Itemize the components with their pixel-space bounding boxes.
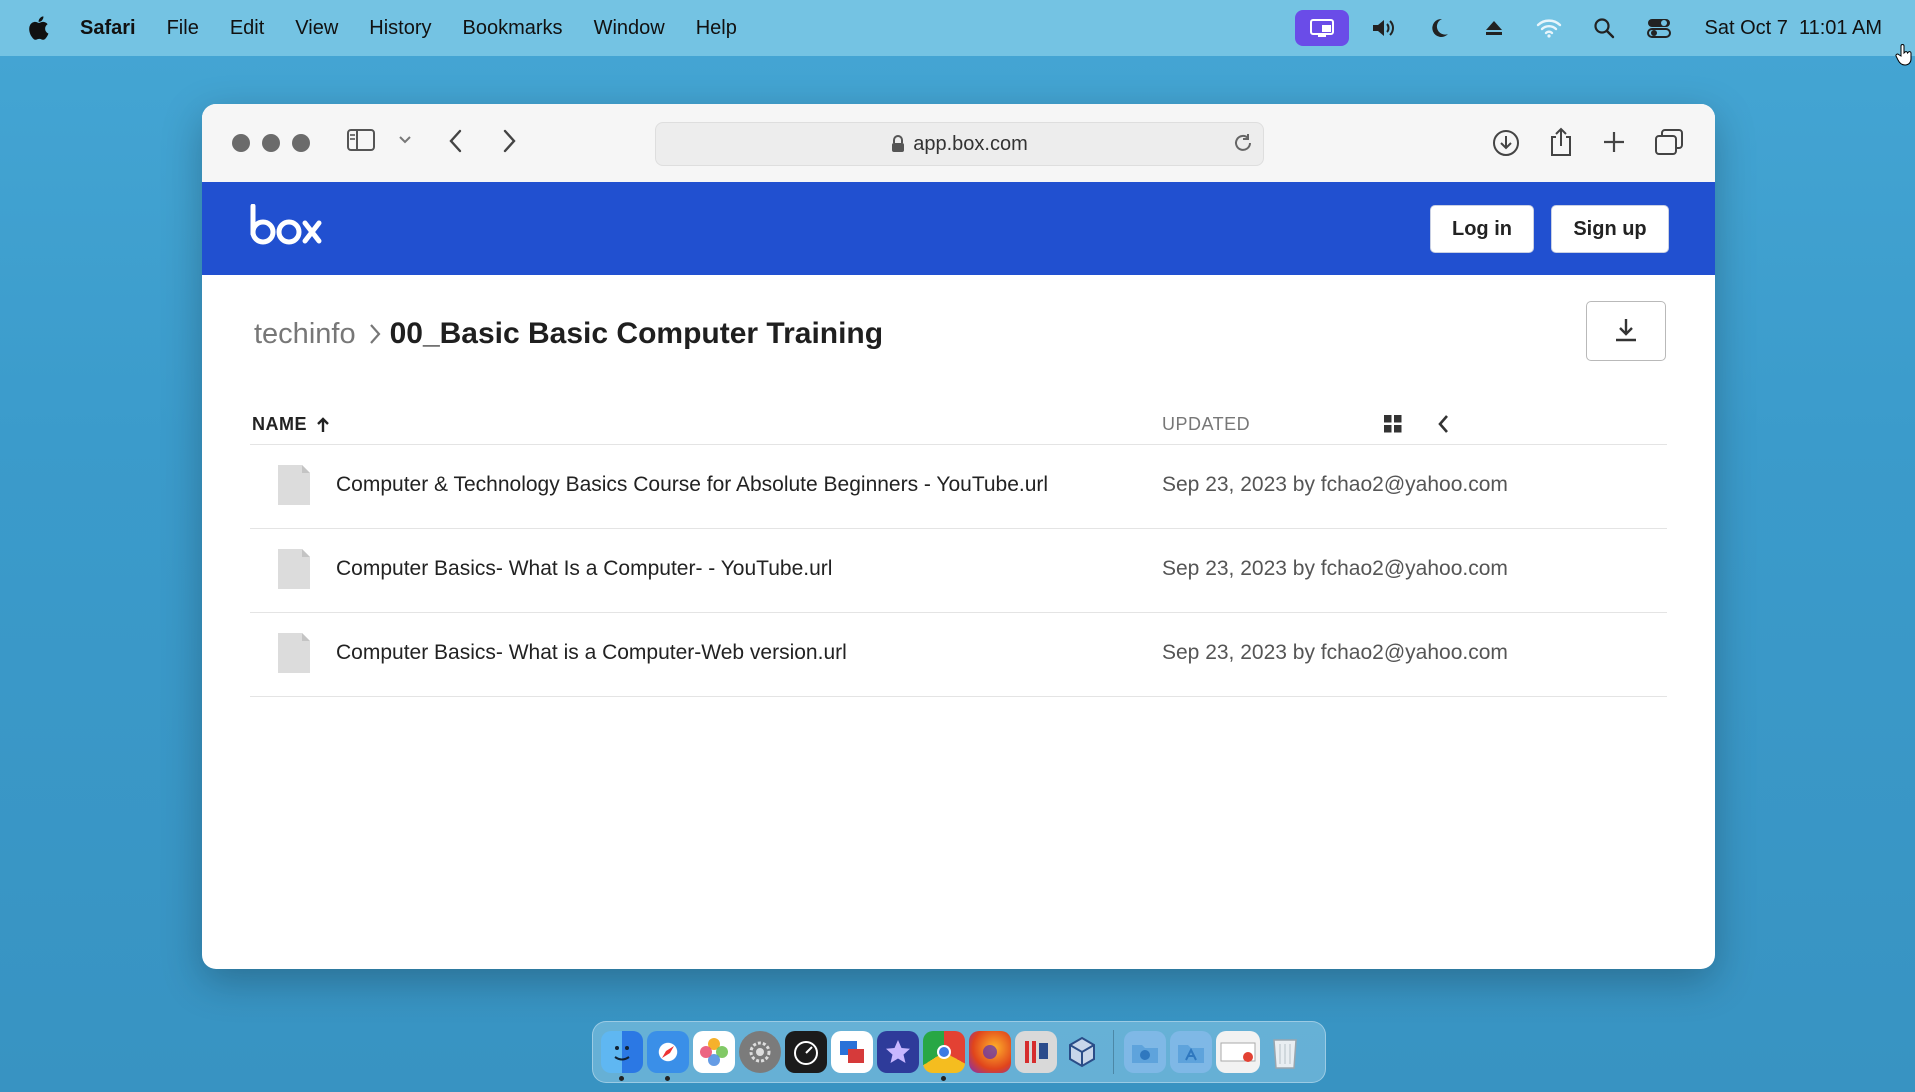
downloads-folder-icon[interactable] [1124, 1031, 1166, 1073]
dock [592, 1021, 1326, 1083]
reload-icon[interactable] [1231, 131, 1255, 155]
firefox-icon[interactable] [969, 1031, 1011, 1073]
running-indicator [665, 1076, 670, 1081]
file-name-link[interactable]: Computer Basics- What is a Computer-Web … [336, 641, 847, 665]
photos-icon[interactable] [693, 1031, 735, 1073]
box-logo[interactable] [249, 204, 323, 248]
applications-folder-icon[interactable] [1170, 1031, 1212, 1073]
menu-bookmarks[interactable]: Bookmarks [463, 17, 563, 40]
chevron-down-icon[interactable] [398, 134, 412, 146]
file-updated: Sep 23, 2023 by fchao2@yahoo.com [1162, 557, 1508, 580]
imovie-icon[interactable] [877, 1031, 919, 1073]
download-folder-button[interactable] [1586, 301, 1666, 361]
page-title: 00_Basic Basic Computer Training [389, 317, 884, 350]
finder-icon[interactable] [601, 1031, 643, 1081]
address-text: app.box.com [913, 132, 1028, 155]
moon-icon[interactable] [1419, 8, 1459, 48]
menu-file[interactable]: File [167, 17, 199, 40]
running-indicator [941, 1076, 946, 1081]
zoom-window-button[interactable] [292, 134, 310, 152]
safari-icon[interactable] [647, 1031, 689, 1081]
activity-monitor-icon[interactable] [785, 1031, 827, 1073]
box-header: Log in Sign up [202, 182, 1715, 275]
menu-bar: Safari File Edit View History Bookmarks … [0, 0, 1915, 56]
eject-icon[interactable] [1474, 8, 1514, 48]
menu-help[interactable]: Help [696, 17, 737, 40]
volume-icon[interactable] [1364, 8, 1404, 48]
file-icon [278, 633, 310, 673]
new-tab-icon[interactable] [1602, 130, 1626, 154]
table-row[interactable]: Computer & Technology Basics Course for … [250, 445, 1667, 529]
back-icon[interactable] [446, 128, 466, 154]
download-icon [1616, 319, 1636, 342]
virtualbox-icon[interactable] [1061, 1031, 1103, 1073]
running-indicator [619, 1076, 624, 1081]
browser-toolbar: app.box.com [202, 104, 1715, 183]
dock-divider [1113, 1030, 1114, 1074]
menu-edit[interactable]: Edit [230, 17, 264, 40]
breadcrumb: techinfo 00_Basic Basic Computer Trainin… [254, 312, 883, 356]
table-row[interactable]: Computer Basics- What Is a Computer- - Y… [250, 529, 1667, 613]
file-name-link[interactable]: Computer & Technology Basics Course for … [336, 473, 1048, 497]
column-updated-header[interactable]: UPDATED [1162, 414, 1250, 435]
chrome-window-thumbnail-icon[interactable] [1216, 1031, 1260, 1073]
chevron-right-icon [368, 322, 382, 346]
share-icon[interactable] [1548, 126, 1574, 158]
breadcrumb-parent[interactable]: techinfo [254, 318, 356, 351]
screen-sharing-icon[interactable] [1294, 10, 1349, 46]
column-name-label: NAME [252, 414, 307, 434]
trash-icon[interactable] [1264, 1031, 1306, 1073]
apple-menu-icon[interactable] [26, 14, 54, 42]
file-icon [278, 549, 310, 589]
file-updated: Sep 23, 2023 by fchao2@yahoo.com [1162, 641, 1508, 664]
sidebar-icon[interactable] [346, 128, 376, 152]
system-preferences-icon[interactable] [739, 1031, 781, 1073]
parallels-icon[interactable] [1015, 1031, 1057, 1073]
hand-cursor-icon [1895, 44, 1912, 66]
menu-app-name[interactable]: Safari [80, 17, 136, 40]
downloads-icon[interactable] [1491, 128, 1521, 158]
safari-window: app.box.com Log in Sign up techinfo 00_B… [202, 104, 1715, 969]
chrome-icon[interactable] [923, 1031, 965, 1081]
screen-sharing-app-icon[interactable] [831, 1031, 873, 1073]
menu-history[interactable]: History [369, 17, 431, 40]
control-center-icon[interactable] [1639, 8, 1679, 48]
minimize-window-button[interactable] [262, 134, 280, 152]
menu-view[interactable]: View [295, 17, 338, 40]
sort-ascending-icon [317, 416, 329, 432]
menu-window[interactable]: Window [594, 17, 665, 40]
login-button[interactable]: Log in [1430, 205, 1534, 253]
lock-icon [892, 135, 905, 152]
file-updated: Sep 23, 2023 by fchao2@yahoo.com [1162, 473, 1508, 496]
file-icon [278, 465, 310, 505]
menu-clock[interactable]: Sat Oct 7 11:01 AM [1705, 17, 1883, 40]
chevron-left-icon[interactable] [1436, 414, 1452, 439]
forward-icon[interactable] [499, 128, 519, 154]
table-header: NAME UPDATED [250, 404, 1666, 448]
table-row[interactable]: Computer Basics- What is a Computer-Web … [250, 613, 1667, 697]
close-window-button[interactable] [232, 134, 250, 152]
signup-button[interactable]: Sign up [1551, 205, 1669, 253]
tab-overview-icon[interactable] [1654, 128, 1684, 156]
address-bar[interactable]: app.box.com [655, 122, 1264, 166]
grid-view-icon[interactable] [1383, 414, 1403, 439]
column-name-header[interactable]: NAME [252, 414, 331, 435]
spotlight-search-icon[interactable] [1584, 8, 1624, 48]
wifi-icon[interactable] [1529, 8, 1569, 48]
file-name-link[interactable]: Computer Basics- What Is a Computer- - Y… [336, 557, 832, 581]
